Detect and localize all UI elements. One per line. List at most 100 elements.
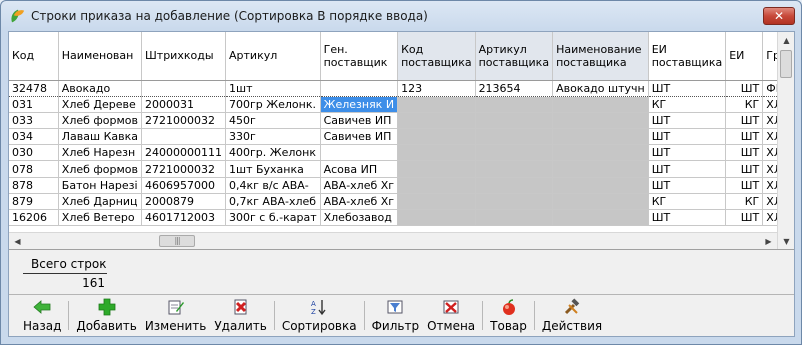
- table-cell[interactable]: [397, 177, 476, 194]
- delete-button[interactable]: Удалить: [210, 295, 271, 337]
- table-cell[interactable]: ШТ: [648, 128, 727, 146]
- table-cell[interactable]: [397, 160, 476, 178]
- vertical-scrollbar[interactable]: ▲ ▼: [777, 32, 794, 249]
- column-header[interactable]: Штрихкоды: [141, 32, 227, 81]
- table-cell[interactable]: 24000000111: [141, 144, 227, 162]
- table-cell[interactable]: Хлеб формов: [58, 160, 143, 178]
- table-cell[interactable]: [475, 209, 554, 227]
- table-cell[interactable]: 32478: [9, 80, 59, 97]
- table-cell[interactable]: ШТ: [725, 112, 764, 130]
- vertical-scroll-thumb[interactable]: [780, 50, 792, 78]
- table-cell[interactable]: [397, 96, 476, 113]
- table-cell[interactable]: ШТ: [725, 160, 764, 178]
- table-cell[interactable]: 2721000032: [141, 112, 227, 130]
- table-row[interactable]: 878 Батон Нарезі 4606957000 0,4кг в/с АВА- А…: [9, 177, 794, 194]
- table-cell[interactable]: ШТ: [725, 209, 764, 227]
- horizontal-scroll-thumb[interactable]: |||: [159, 235, 195, 247]
- table-cell[interactable]: [397, 209, 476, 227]
- table-cell[interactable]: 400гр. Желонк: [225, 144, 321, 162]
- table-cell[interactable]: 879: [9, 193, 59, 211]
- table-cell[interactable]: [141, 80, 227, 97]
- table-cell[interactable]: [552, 177, 649, 194]
- table-row[interactable]: 031 Хлеб Дереве 2000031 700гр Желонк. Железн…: [9, 96, 794, 113]
- table-cell[interactable]: Хлеб Нарезн: [58, 144, 143, 162]
- column-header[interactable]: Артикул поставщика: [475, 32, 554, 81]
- table-cell[interactable]: [397, 112, 476, 130]
- table-cell[interactable]: ШТ: [725, 144, 764, 162]
- title-bar[interactable]: Строки приказа на добавление (Сортировка…: [1, 1, 801, 31]
- table-cell[interactable]: [552, 96, 649, 113]
- table-cell[interactable]: [397, 144, 476, 162]
- table-cell[interactable]: 033: [9, 112, 59, 130]
- edit-button[interactable]: Изменить: [141, 295, 211, 337]
- table-cell[interactable]: 4606957000: [141, 177, 227, 194]
- filter-button[interactable]: Фильтр: [368, 295, 423, 337]
- table-row[interactable]: 078 Хлеб формов 2721000032 1шт Буханка Асова…: [9, 160, 794, 178]
- horizontal-scrollbar[interactable]: ◀ ||| ▶: [9, 232, 777, 249]
- table-cell[interactable]: [475, 112, 554, 130]
- sort-button[interactable]: AZ Сортировка: [278, 295, 361, 337]
- table-cell[interactable]: [475, 144, 554, 162]
- table-cell[interactable]: 16206: [9, 209, 59, 227]
- table-cell[interactable]: АВА-хлеб Хг: [320, 177, 399, 194]
- table-cell[interactable]: Хлеб Ветеро: [58, 209, 143, 227]
- table-cell[interactable]: [552, 128, 649, 146]
- table-cell[interactable]: [552, 160, 649, 178]
- table-cell[interactable]: ШТ: [725, 80, 764, 97]
- table-cell[interactable]: [475, 160, 554, 178]
- table-cell[interactable]: 878: [9, 177, 59, 194]
- table-row[interactable]: 16206 Хлеб Ветеро 4601712003 300г с б.-кара…: [9, 209, 794, 227]
- table-cell[interactable]: [475, 128, 554, 146]
- add-button[interactable]: Добавить: [72, 295, 140, 337]
- table-cell[interactable]: 030: [9, 144, 59, 162]
- column-header[interactable]: Наименован: [58, 32, 143, 81]
- table-cell[interactable]: 4601712003: [141, 209, 227, 227]
- table-cell[interactable]: Хлеб формов: [58, 112, 143, 130]
- table-cell[interactable]: ШТ: [648, 160, 727, 178]
- table-cell[interactable]: 2721000032: [141, 160, 227, 178]
- close-button[interactable]: ✕: [763, 7, 795, 25]
- table-cell[interactable]: Батон Нарезі: [58, 177, 143, 194]
- table-cell[interactable]: 0,4кг в/с АВА-: [225, 177, 321, 194]
- table-cell[interactable]: [475, 193, 554, 211]
- table-cell[interactable]: [475, 177, 554, 194]
- table-cell[interactable]: Савичев ИП: [320, 112, 399, 130]
- table-cell[interactable]: 0,7кг АВА-хлеб: [225, 193, 321, 211]
- table-row[interactable]: 32478 Авокадо 1шт 123 213654 Авокадо штучн ШТ Ш…: [9, 80, 794, 97]
- table-cell[interactable]: ШТ: [648, 144, 727, 162]
- table-row[interactable]: 033 Хлеб формов 2721000032 450г Савичев ИП ШТ…: [9, 112, 794, 130]
- table-cell[interactable]: 078: [9, 160, 59, 178]
- table-cell[interactable]: [475, 96, 554, 113]
- table-cell[interactable]: Авокадо: [58, 80, 143, 97]
- table-cell[interactable]: ШТ: [725, 128, 764, 146]
- table-cell[interactable]: КГ: [725, 193, 764, 211]
- table-cell[interactable]: 1шт: [225, 80, 321, 97]
- column-header[interactable]: Код: [9, 32, 59, 81]
- table-cell[interactable]: [320, 80, 399, 97]
- table-cell[interactable]: ШТ: [725, 177, 764, 194]
- column-header[interactable]: ЕИ поставщика: [648, 32, 727, 81]
- table-cell[interactable]: [320, 144, 399, 162]
- table-cell[interactable]: 123: [397, 80, 476, 97]
- table-cell[interactable]: 330г: [225, 128, 321, 146]
- table-cell[interactable]: 1шт Буханка: [225, 160, 321, 178]
- table-cell[interactable]: [552, 193, 649, 211]
- table-cell[interactable]: ШТ: [648, 80, 727, 97]
- table-cell[interactable]: Железняк И: [320, 96, 399, 113]
- table-row[interactable]: 879 Хлеб Дарниц 2000879 0,7кг АВА-хлеб АВА-х…: [9, 193, 794, 211]
- column-header[interactable]: Наименование поставщика: [552, 32, 649, 81]
- table-cell[interactable]: 700гр Желонк.: [225, 96, 321, 113]
- table-cell[interactable]: 2000879: [141, 193, 227, 211]
- table-cell[interactable]: 300г с б.-карат: [225, 209, 321, 227]
- table-cell[interactable]: Асова ИП: [320, 160, 399, 178]
- product-button[interactable]: Товар: [486, 295, 531, 337]
- table-cell[interactable]: [141, 128, 227, 146]
- table-cell[interactable]: 034: [9, 128, 59, 146]
- actions-button[interactable]: Действия: [538, 295, 606, 337]
- table-cell[interactable]: 2000031: [141, 96, 227, 113]
- column-header[interactable]: ЕИ: [725, 32, 764, 81]
- table-cell[interactable]: Авокадо штучн: [552, 80, 649, 97]
- table-cell[interactable]: КГ: [648, 96, 727, 113]
- table-cell[interactable]: ШТ: [648, 112, 727, 130]
- table-row[interactable]: 034 Лаваш Кавка 330г Савичев ИП ШТ ШТ ХЛ: [9, 128, 794, 146]
